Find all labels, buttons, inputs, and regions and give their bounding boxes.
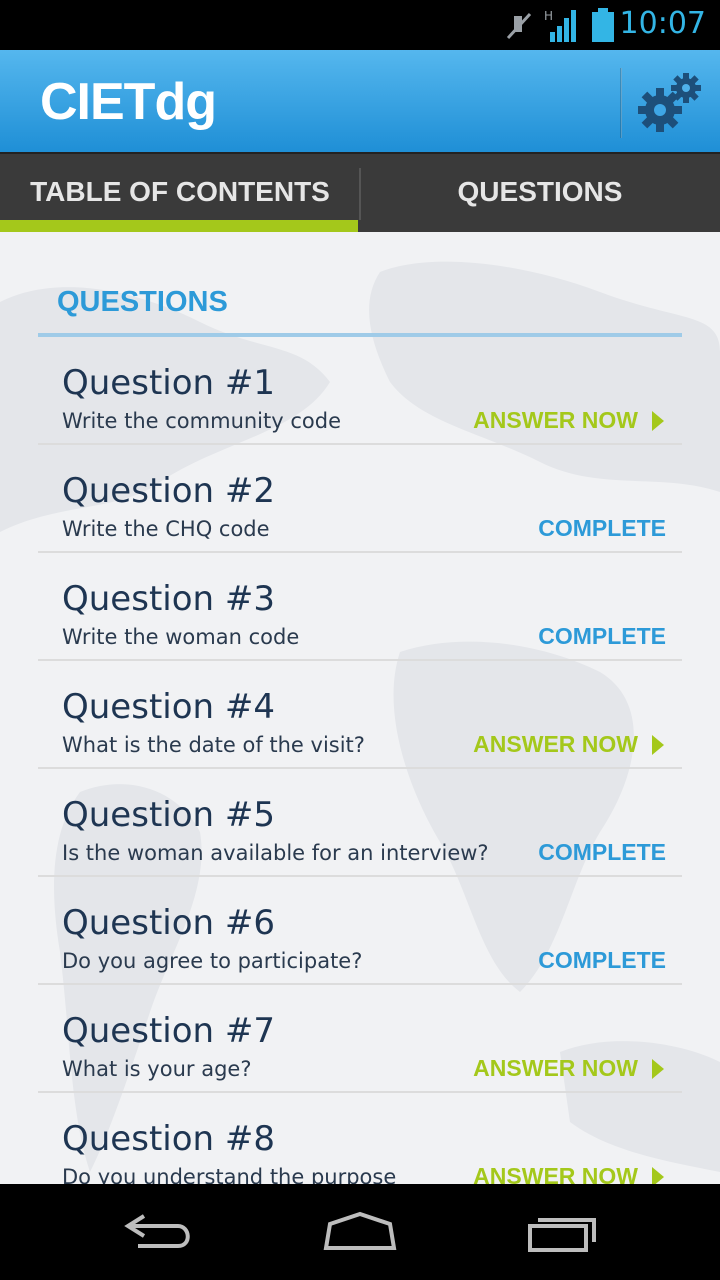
answer-now-button[interactable]: ANSWER NOW [473,731,638,758]
answer-now-button[interactable]: ANSWER NOW [473,1163,638,1184]
chevron-right-icon [652,735,664,755]
recent-apps-icon[interactable] [522,1206,602,1258]
complete-status: COMPLETE [538,947,666,973]
question-list: Question #1 Write the community code ANS… [38,337,682,1184]
chevron-right-icon [652,411,664,431]
question-description: Write the woman code [62,625,300,649]
question-row-4[interactable]: Question #4 What is the date of the visi… [38,661,682,769]
complete-status: COMPLETE [538,839,666,865]
question-row-7[interactable]: Question #7 What is your age? ANSWER NOW [38,985,682,1093]
app-title: CIETdg [40,73,217,131]
status-bar: H 10:07 [0,0,720,50]
question-row-3[interactable]: Question #3 Write the woman code COMPLET… [38,553,682,661]
tab-bar: TABLE OF CONTENTS QUESTIONS [0,152,720,232]
network-type-label: H [544,9,553,23]
navigation-bar [0,1184,720,1280]
complete-status: COMPLETE [538,623,666,649]
section-header: QUESTIONS [57,286,228,318]
clock: 10:07 [619,6,706,41]
settings-button[interactable] [624,50,720,152]
question-row-5[interactable]: Question #5 Is the woman available for a… [38,769,682,877]
question-title: Question #6 [62,903,275,943]
question-title: Question #2 [62,471,275,511]
question-row-1[interactable]: Question #1 Write the community code ANS… [38,337,682,445]
action-bar: CIETdg [0,50,720,152]
question-description: Do you understand the purpose [62,1165,397,1184]
question-title: Question #1 [62,363,275,403]
complete-status: COMPLETE [538,515,666,541]
question-description: Is the woman available for an interview? [62,841,489,865]
question-title: Question #3 [62,579,275,619]
question-description: Write the community code [62,409,341,433]
chevron-right-icon [652,1059,664,1079]
tab-questions[interactable]: QUESTIONS [360,154,720,234]
question-row-8[interactable]: Question #8 Do you understand the purpos… [38,1093,682,1184]
home-icon[interactable] [320,1206,400,1258]
action-bar-divider [620,68,622,138]
question-title: Question #7 [62,1011,275,1051]
battery-icon [592,8,614,42]
chevron-right-icon [652,1167,664,1184]
selected-tab-indicator [0,220,358,232]
question-title: Question #8 [62,1119,275,1159]
question-description: Do you agree to participate? [62,949,363,973]
question-description: What is the date of the visit? [62,733,365,757]
question-description: What is your age? [62,1057,252,1081]
question-list-view[interactable]: QUESTIONS Question #1 Write the communit… [0,232,720,1184]
question-title: Question #5 [62,795,275,835]
question-row-6[interactable]: Question #6 Do you agree to participate?… [38,877,682,985]
mute-icon [506,12,532,40]
gear-icon [638,73,701,132]
question-row-2[interactable]: Question #2 Write the CHQ code COMPLETE [38,445,682,553]
question-title: Question #4 [62,687,275,727]
signal-icon: H [544,9,576,42]
answer-now-button[interactable]: ANSWER NOW [473,407,638,434]
question-description: Write the CHQ code [62,517,270,541]
back-icon[interactable] [120,1206,200,1258]
answer-now-button[interactable]: ANSWER NOW [473,1055,638,1082]
